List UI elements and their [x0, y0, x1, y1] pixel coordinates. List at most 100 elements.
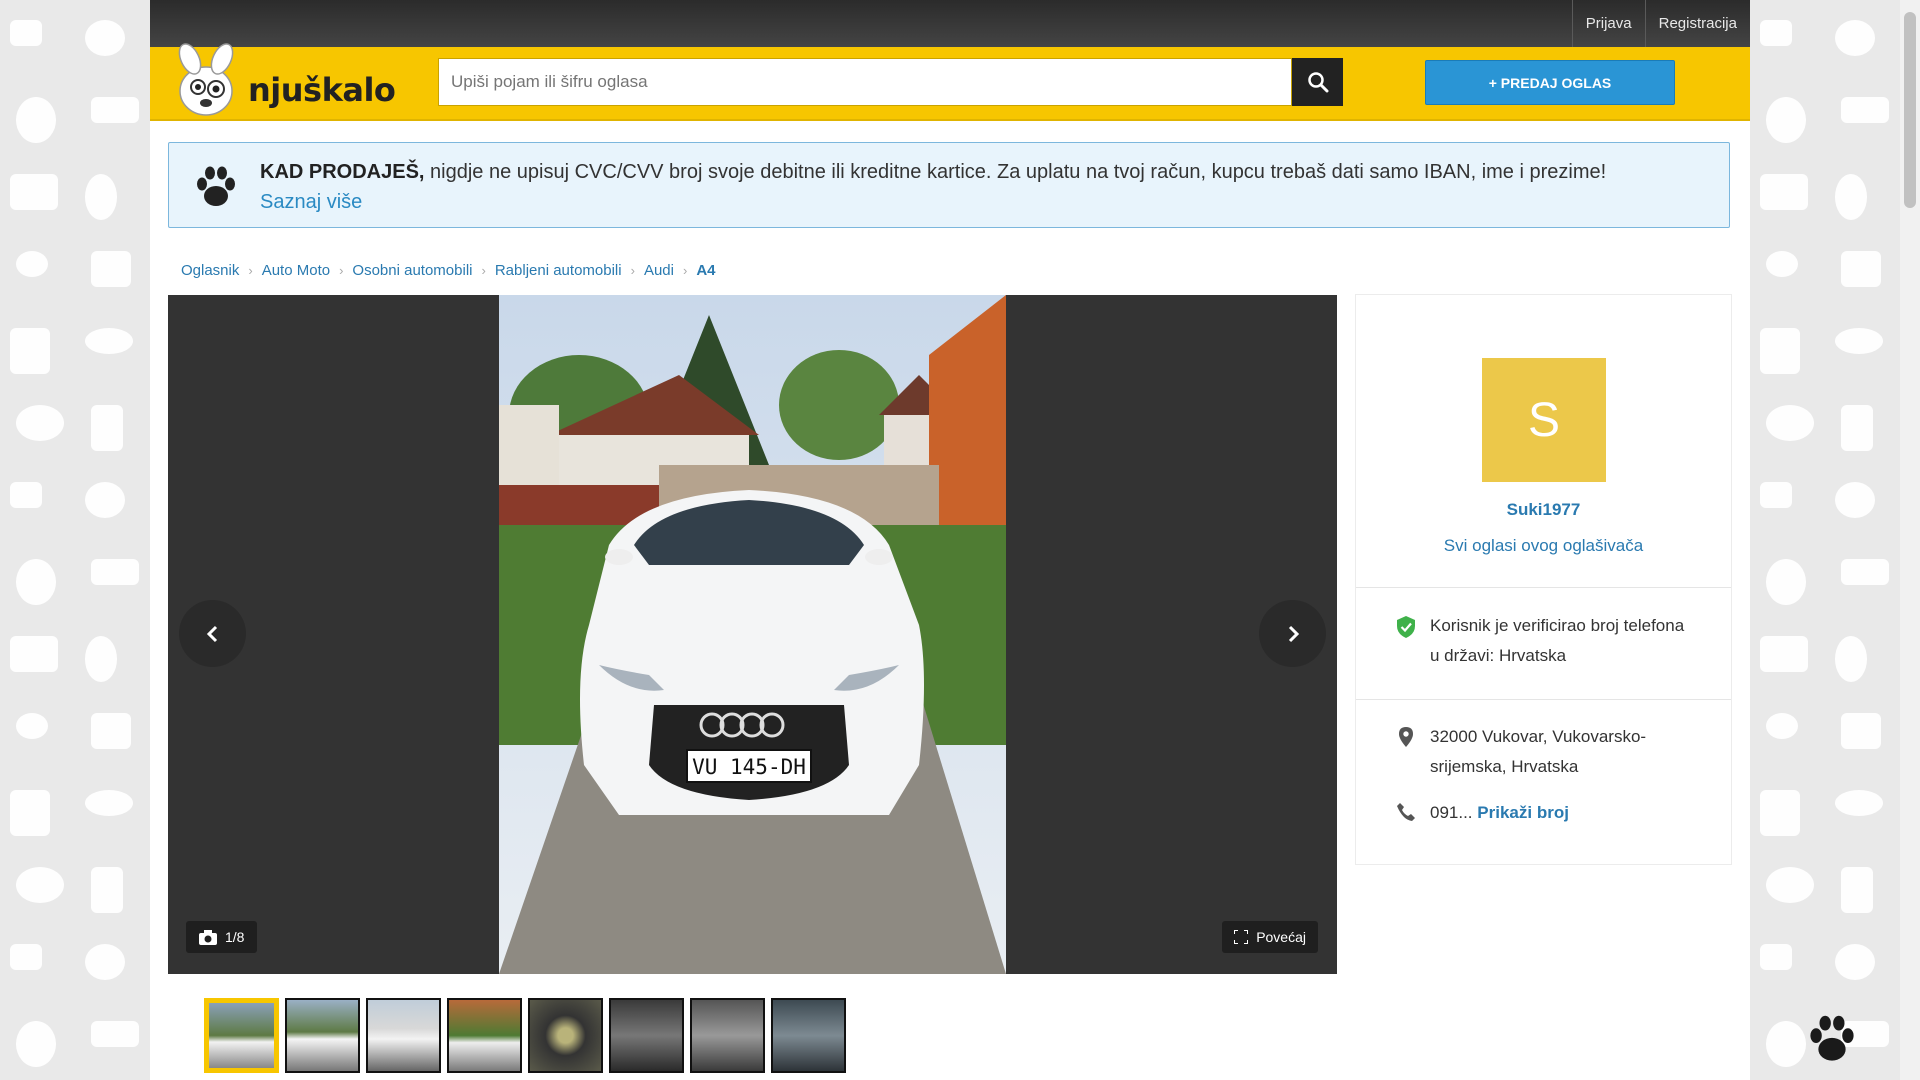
breadcrumb-item[interactable]: Auto Moto	[262, 262, 330, 279]
pattern-shape	[85, 20, 125, 56]
pattern-shape	[91, 1021, 139, 1047]
logo-text: njuškalo	[248, 71, 396, 109]
pattern-shape	[1766, 97, 1806, 143]
thumbnail[interactable]	[447, 998, 522, 1073]
pattern-shape	[91, 713, 131, 749]
location-line2: srijemska, Hrvatska	[1430, 757, 1579, 776]
search-input[interactable]	[439, 59, 1291, 105]
notice-bold: KAD PRODAJEŠ,	[260, 161, 425, 183]
seller-name[interactable]: Suki1977	[1356, 500, 1731, 520]
paw-icon	[197, 166, 235, 206]
pattern-shape	[10, 174, 58, 210]
show-phone-link[interactable]: Prikaži broj	[1477, 803, 1569, 822]
pattern-shape	[1841, 405, 1873, 451]
chevron-right-icon: ›	[248, 263, 253, 278]
breadcrumb-item-current[interactable]: A4	[696, 262, 715, 279]
chevron-right-icon: ›	[481, 263, 486, 278]
verified-text-line2: u državi: Hrvatska	[1430, 646, 1567, 665]
breadcrumb-item[interactable]: Rabljeni automobili	[495, 262, 622, 279]
pattern-shape	[1841, 559, 1889, 585]
thumbnail[interactable]	[528, 998, 603, 1073]
thumbnail[interactable]	[690, 998, 765, 1073]
pattern-shape	[16, 713, 48, 739]
pattern-shape	[10, 944, 42, 970]
divider	[1356, 587, 1731, 588]
pattern-shape	[1835, 328, 1883, 354]
pattern-shape	[10, 636, 58, 672]
pattern-shape	[91, 867, 123, 913]
safety-notice: KAD PRODAJEŠ, nigdje ne upisuj CVC/CVV b…	[168, 142, 1730, 228]
divider	[1356, 699, 1731, 700]
pattern-shape	[1766, 405, 1814, 441]
pattern-shape	[1766, 251, 1798, 277]
main-content: KAD PRODAJEŠ, nigdje ne upisuj CVC/CVV b…	[150, 121, 1750, 1080]
main-photo[interactable]: VU 145-DH	[499, 295, 1006, 974]
phone-icon	[1397, 803, 1415, 821]
pattern-shape	[1835, 174, 1867, 220]
thumbnail[interactable]	[609, 998, 684, 1073]
pattern-shape	[85, 174, 117, 220]
next-photo-button[interactable]	[1259, 600, 1326, 667]
search-input-wrapper	[438, 58, 1292, 106]
car-photo-image: VU 145-DH	[499, 295, 1006, 974]
pattern-shape	[1760, 174, 1808, 210]
pattern-shape	[85, 636, 117, 682]
thumbnail[interactable]	[771, 998, 846, 1073]
pattern-shape	[10, 328, 50, 374]
pattern-shape	[1760, 482, 1792, 508]
background-pattern-left	[0, 0, 150, 1080]
register-link[interactable]: Registracija	[1644, 0, 1750, 47]
enlarge-button[interactable]: Povećaj	[1222, 921, 1318, 953]
breadcrumb-item[interactable]: Osobni automobili	[352, 262, 472, 279]
pattern-shape	[1760, 20, 1792, 46]
pattern-shape	[85, 944, 125, 980]
scrollbar-thumb[interactable]	[1904, 12, 1916, 208]
pattern-shape	[91, 559, 139, 585]
pattern-shape	[16, 97, 56, 143]
paw-chat-icon[interactable]	[1808, 1014, 1856, 1064]
pattern-shape	[10, 20, 42, 46]
pattern-shape	[1760, 790, 1800, 836]
pattern-shape	[1841, 867, 1873, 913]
location-line1: 32000 Vukovar, Vukovarsko-	[1430, 727, 1647, 746]
all-seller-ads-link[interactable]: Svi oglasi ovog oglašivača	[1356, 536, 1731, 556]
location-pin-icon	[1399, 727, 1413, 747]
breadcrumb-item[interactable]: Audi	[644, 262, 674, 279]
pattern-shape	[85, 790, 133, 816]
search-button[interactable]	[1292, 58, 1343, 106]
pattern-shape	[1760, 328, 1800, 374]
phone-info: 091... Prikaži broj	[1396, 798, 1569, 828]
pattern-shape	[16, 867, 64, 903]
pattern-shape	[10, 482, 42, 508]
top-bar: Prijava Registracija	[150, 0, 1750, 47]
learn-more-link[interactable]: Saznaj više	[260, 191, 362, 213]
background-pattern-right	[1750, 0, 1900, 1080]
license-plate: VU 145-DH	[692, 755, 806, 779]
pattern-shape	[91, 251, 131, 287]
enlarge-label: Povećaj	[1256, 929, 1306, 945]
thumbnail[interactable]	[204, 998, 279, 1073]
site-logo[interactable]: njuškalo	[168, 37, 396, 121]
dog-mascot-icon	[178, 43, 234, 116]
pattern-shape	[1766, 1021, 1806, 1067]
verified-text-line1: Korisnik je verificirao broj telefona	[1430, 616, 1685, 635]
pattern-shape	[16, 405, 64, 441]
thumbnail[interactable]	[285, 998, 360, 1073]
sell-ad-button[interactable]: + PREDAJ OGLAS	[1425, 60, 1675, 105]
pattern-shape	[1841, 713, 1881, 749]
thumbnail[interactable]	[366, 998, 441, 1073]
site-header: njuškalo + PREDAJ OGLAS	[150, 43, 1750, 121]
pattern-shape	[1835, 636, 1867, 682]
avatar[interactable]: S	[1482, 358, 1606, 482]
pattern-shape	[1766, 867, 1814, 903]
pattern-shape	[1835, 790, 1883, 816]
breadcrumb-item[interactable]: Oglasnik	[181, 262, 239, 279]
thumbnail-strip	[204, 998, 846, 1073]
pattern-shape	[1766, 559, 1806, 605]
pattern-shape	[91, 97, 139, 123]
previous-photo-button[interactable]	[179, 600, 246, 667]
pattern-shape	[16, 559, 56, 605]
phone-prefix: 091...	[1430, 803, 1473, 822]
chevron-right-icon: ›	[630, 263, 635, 278]
login-link[interactable]: Prijava	[1571, 0, 1645, 47]
